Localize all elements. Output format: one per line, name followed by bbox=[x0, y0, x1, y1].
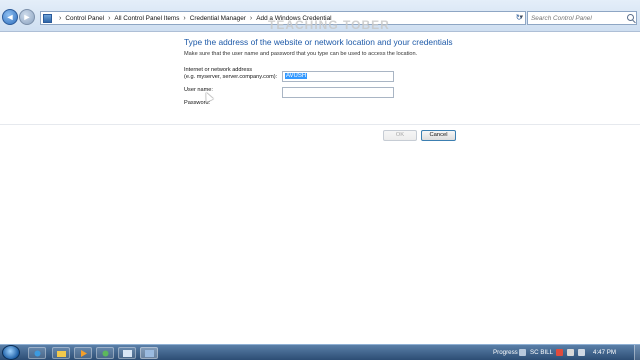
chevron-right-icon[interactable]: › bbox=[183, 15, 185, 22]
start-button[interactable] bbox=[2, 345, 20, 360]
tray-progress-label[interactable]: Progress bbox=[493, 349, 518, 356]
tray-user-label[interactable]: SC BILL bbox=[530, 349, 553, 356]
clock[interactable]: 4:47 PM bbox=[593, 349, 616, 356]
chevron-right-icon[interactable]: › bbox=[250, 15, 252, 22]
taskbar-app-green[interactable] bbox=[96, 347, 114, 359]
address-field-value: AVUSH bbox=[285, 73, 308, 80]
watermark: TEACHING TOBER bbox=[268, 18, 390, 32]
show-desktop-button[interactable] bbox=[634, 345, 640, 360]
taskbar-control-panel[interactable] bbox=[140, 347, 158, 359]
tray-volume-icon[interactable] bbox=[578, 349, 585, 356]
tray-alert-icon[interactable] bbox=[556, 349, 563, 356]
chevron-right-icon: › bbox=[59, 14, 62, 22]
taskbar-ie[interactable] bbox=[28, 347, 46, 359]
taskbar: Progress SC BILL 4:47 PM bbox=[0, 344, 640, 360]
tray-expand-icon[interactable] bbox=[519, 349, 526, 356]
tray-network-icon[interactable] bbox=[567, 349, 574, 356]
address-label-line2: (e.g. myserver, server.company.com): bbox=[184, 74, 278, 80]
search-box[interactable] bbox=[527, 11, 637, 25]
ok-button[interactable]: OK bbox=[383, 130, 417, 141]
taskbar-media-player[interactable] bbox=[74, 347, 92, 359]
chevron-right-icon[interactable]: › bbox=[108, 15, 110, 22]
selected-text: AVUSH bbox=[285, 73, 308, 79]
taskbar-explorer[interactable] bbox=[52, 347, 70, 359]
folder-icon bbox=[57, 351, 66, 357]
divider bbox=[0, 124, 640, 125]
app-icon bbox=[102, 350, 109, 357]
address-label: Internet or network address (e.g. myserv… bbox=[184, 67, 277, 81]
control-panel-icon bbox=[145, 350, 154, 357]
back-button[interactable]: ◄ bbox=[2, 9, 18, 25]
username-field[interactable] bbox=[282, 87, 394, 98]
search-input[interactable] bbox=[528, 12, 624, 24]
media-player-icon bbox=[81, 350, 87, 357]
window-icon bbox=[123, 350, 132, 357]
cancel-button[interactable]: Cancel bbox=[421, 130, 456, 141]
instructions-text: Make sure that the user name and passwor… bbox=[184, 51, 418, 57]
taskbar-app-window[interactable] bbox=[118, 347, 136, 359]
control-panel-icon bbox=[43, 13, 52, 23]
forward-button[interactable]: ► bbox=[19, 9, 35, 25]
address-label-line1: Internet or network address bbox=[184, 67, 253, 73]
breadcrumb-control-panel[interactable]: Control Panel bbox=[65, 15, 104, 22]
breadcrumb-all-items[interactable]: All Control Panel Items bbox=[114, 15, 179, 22]
internet-explorer-icon bbox=[34, 350, 41, 357]
search-icon[interactable] bbox=[627, 14, 634, 21]
breadcrumb-credential-manager[interactable]: Credential Manager bbox=[190, 15, 246, 22]
page-title: Type the address of the website or netwo… bbox=[184, 37, 453, 47]
refresh-icon[interactable]: ↻ bbox=[513, 11, 525, 25]
